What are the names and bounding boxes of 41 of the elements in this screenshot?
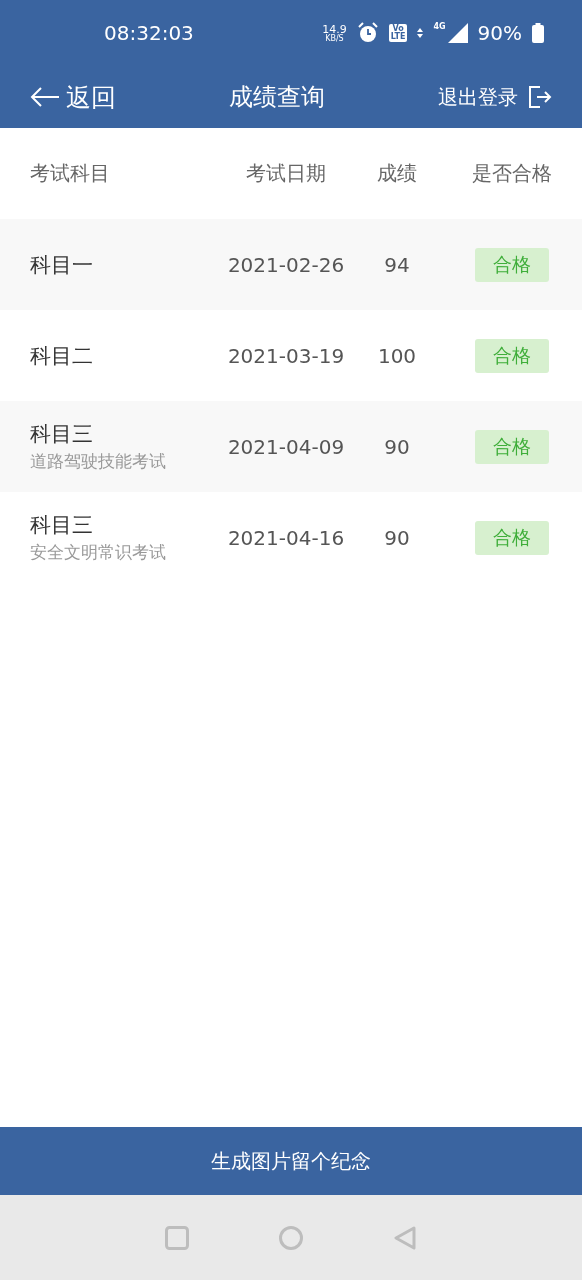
subject-subtitle: 道路驾驶技能考试 [30, 450, 167, 473]
subject-name: 科目三 [30, 512, 94, 539]
status-time: 08:32:03 [104, 21, 195, 45]
battery-icon [532, 23, 544, 43]
exam-date: 2021-04-09 [226, 434, 346, 459]
volte-icon: Vo LTE [388, 24, 408, 42]
network-type: 4G [433, 22, 446, 31]
page-title: 成绩查询 [228, 82, 326, 113]
home-icon[interactable] [279, 1225, 303, 1250]
network-speed: 14.9 [322, 23, 347, 35]
generate-image-button[interactable]: 生成图片留个纪念 [0, 1127, 582, 1195]
recents-icon[interactable] [165, 1225, 189, 1250]
data-arrows-icon [417, 27, 424, 39]
exam-date: 2021-02-26 [226, 252, 346, 277]
exam-score: 100 [376, 343, 418, 368]
exam-score: 94 [383, 252, 411, 277]
result-tag: 合格 [475, 338, 549, 373]
column-header: 考试日期 [245, 160, 327, 187]
speed-unit: KB/S [325, 34, 344, 43]
subject-name: 科目二 [30, 342, 94, 370]
result-tag: 合格 [475, 520, 549, 555]
logout-icon [528, 85, 552, 109]
back-button[interactable]: 返回 [30, 80, 116, 114]
back-arrow-icon [30, 87, 60, 107]
column-header: 考试科目 [30, 160, 111, 187]
signal-icon [447, 23, 468, 43]
subject-subtitle: 安全文明常识考试 [30, 541, 167, 564]
result-tag: 合格 [475, 429, 549, 464]
exam-date: 2021-04-16 [226, 525, 346, 550]
exam-score: 90 [383, 434, 411, 459]
subject-name: 科目一 [30, 251, 94, 279]
battery-level: 90% [477, 21, 522, 45]
exam-score: 90 [383, 525, 411, 550]
exam-date: 2021-03-19 [226, 343, 346, 368]
subject-name: 科目三 [30, 421, 94, 448]
back-icon[interactable] [393, 1225, 417, 1250]
result-tag: 合格 [475, 247, 549, 282]
column-header: 成绩 [376, 160, 418, 187]
logout-button[interactable]: 退出登录 [438, 83, 552, 111]
alarm-clock-icon [356, 22, 379, 44]
column-header: 是否合格 [471, 160, 553, 187]
